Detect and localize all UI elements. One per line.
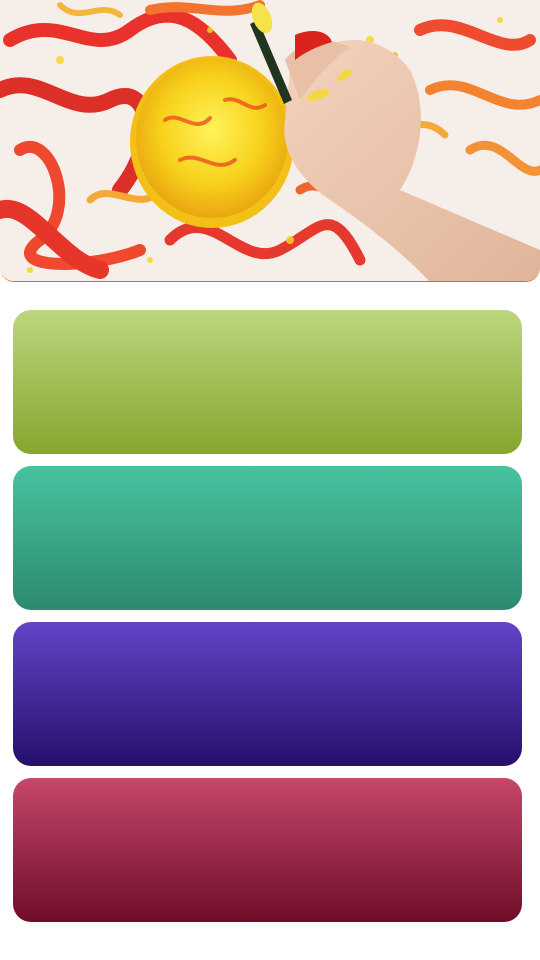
color-tiles	[13, 310, 522, 934]
tile-purple[interactable]	[13, 622, 522, 766]
child-painting-photo-icon	[0, 0, 540, 281]
tile-crimson[interactable]	[13, 778, 522, 922]
app-screen	[0, 0, 540, 960]
tile-teal[interactable]	[13, 466, 522, 610]
tile-green[interactable]	[13, 310, 522, 454]
hero-photo	[0, 0, 540, 282]
